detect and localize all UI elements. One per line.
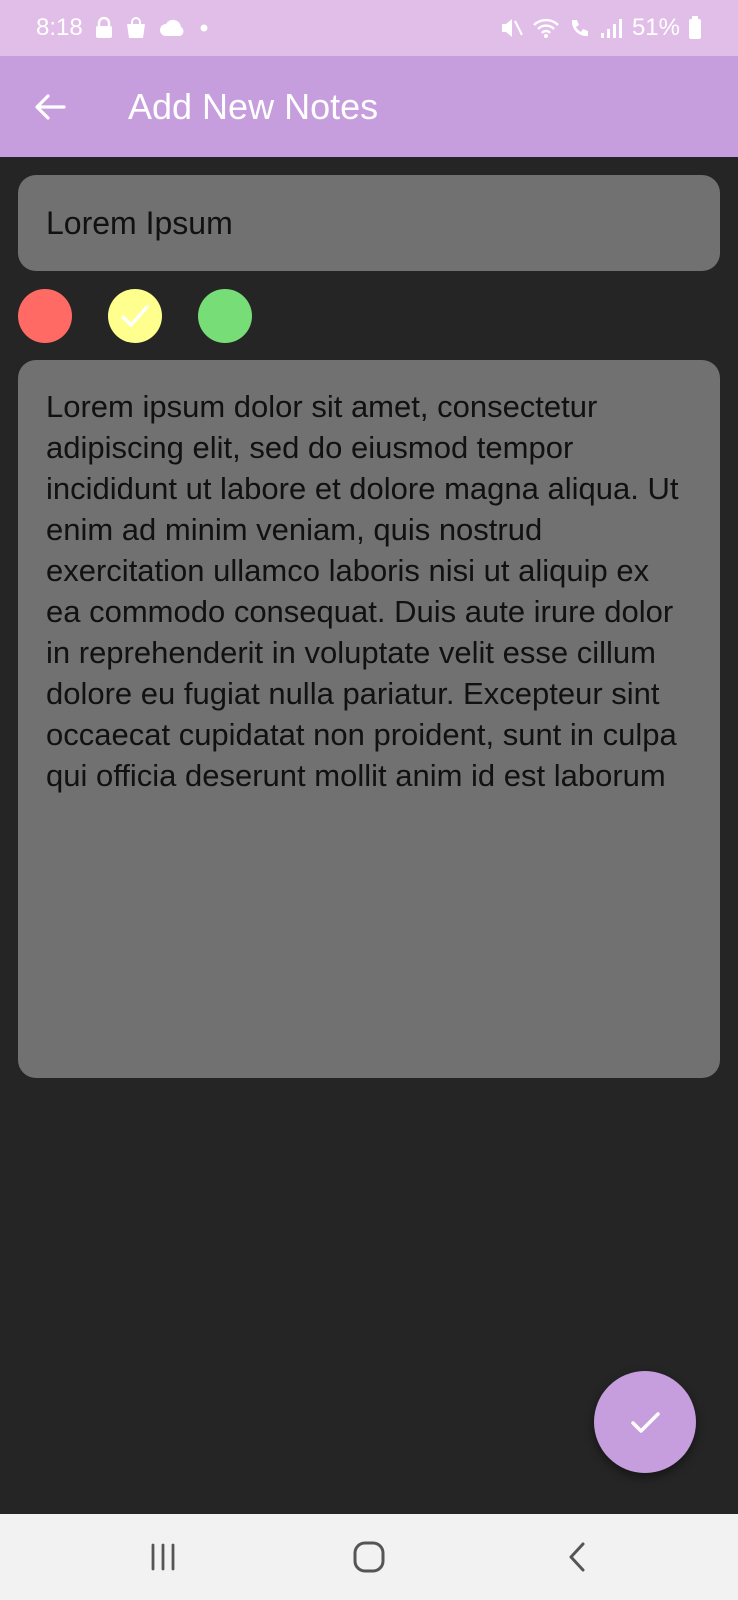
back-button[interactable] bbox=[26, 83, 74, 131]
system-nav-bar bbox=[0, 1514, 738, 1600]
color-picker bbox=[18, 289, 252, 343]
app-bar: Add New Notes bbox=[0, 56, 738, 157]
status-right: 51% bbox=[500, 14, 702, 42]
battery-percent: 51% bbox=[631, 14, 680, 41]
signal-icon bbox=[600, 17, 624, 39]
recent-apps-icon bbox=[151, 1543, 175, 1571]
color-option-green[interactable] bbox=[198, 289, 252, 343]
check-icon bbox=[631, 1412, 660, 1433]
note-body-input[interactable]: Lorem ipsum dolor sit amet, consectetur … bbox=[18, 360, 720, 1078]
home-button[interactable] bbox=[309, 1514, 429, 1600]
save-note-button[interactable] bbox=[594, 1371, 696, 1473]
cloud-icon bbox=[159, 19, 187, 37]
recent-apps-button[interactable] bbox=[103, 1514, 223, 1600]
bag-icon bbox=[125, 17, 147, 39]
check-icon bbox=[121, 305, 149, 327]
call-icon bbox=[568, 17, 592, 39]
color-option-red[interactable] bbox=[18, 289, 72, 343]
status-left: 8:18 bbox=[36, 14, 209, 42]
color-option-yellow[interactable] bbox=[108, 289, 162, 343]
page-title: Add New Notes bbox=[128, 85, 379, 127]
arrow-left-icon bbox=[35, 93, 66, 120]
note-title-input[interactable]: Lorem Ipsum bbox=[18, 175, 720, 271]
home-icon bbox=[353, 1541, 385, 1573]
wifi-icon bbox=[532, 17, 560, 39]
mute-icon bbox=[500, 17, 524, 39]
lock-icon bbox=[95, 17, 113, 39]
status-time: 8:18 bbox=[36, 14, 83, 41]
system-back-button[interactable] bbox=[517, 1514, 637, 1600]
dot-icon bbox=[199, 23, 209, 33]
battery-icon bbox=[688, 16, 702, 40]
status-bar: 8:18 51% bbox=[0, 0, 738, 56]
back-icon bbox=[569, 1542, 585, 1572]
